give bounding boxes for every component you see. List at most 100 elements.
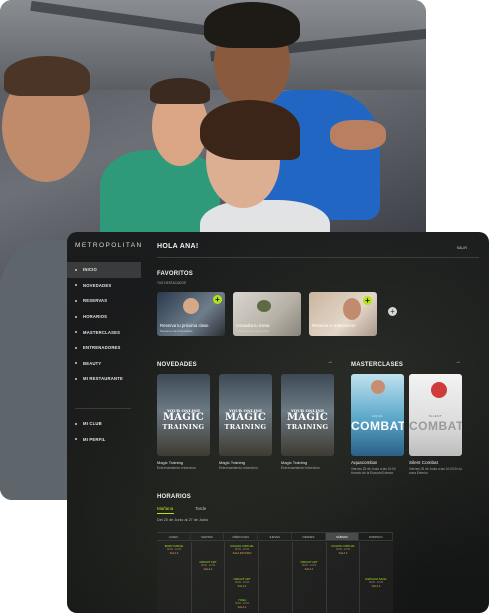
favorite-card[interactable]: + Reserva tu tratamiento Beauty Center <box>309 292 377 336</box>
day-viernes[interactable]: VIERNES <box>292 533 326 540</box>
date-range: Del 20 de Junio al 27 de Junio <box>157 518 209 522</box>
sidebar-item-label: INICIO <box>83 267 97 273</box>
tab-manana[interactable]: Mañana <box>157 506 173 511</box>
card-title: YOUR ONLINE MAGIC TRAINING <box>221 408 270 431</box>
bullet-icon <box>75 299 77 302</box>
schedule-event[interactable]: CIRCUIT HIIT 09:00 - 10:00 SALA 1 <box>294 560 324 571</box>
day-domingo[interactable]: DOMINGO <box>359 533 394 540</box>
event-name: CIRCUIT HIIT <box>300 560 318 564</box>
novedades-title: NOVEDADES <box>157 362 197 368</box>
card-small: TRAINING <box>224 423 267 431</box>
favorite-label: Reserva tu próxima clase <box>160 323 209 328</box>
masterclass-card[interactable]: AQUA COMBAT <box>351 374 404 456</box>
sidebar-item-label: MI RESTAURANTE <box>83 376 123 382</box>
card-big: MAGIC <box>286 412 328 423</box>
bullet-icon <box>75 362 77 365</box>
day-sabado[interactable]: SÁBADO <box>325 533 360 540</box>
sidebar-item-mi-restaurante[interactable]: MI RESTAURANTE <box>67 371 141 387</box>
favorite-label: Consulta tu mesa <box>236 323 270 328</box>
person-hair <box>200 100 300 160</box>
favorite-sub: Entrenamiento Ejecución <box>236 329 270 333</box>
novedad-card[interactable]: YOUR ONLINE MAGIC TRAINING <box>157 374 210 456</box>
event-name: ESPALDA SANA <box>365 577 387 581</box>
card-name: Magic Training <box>157 460 184 465</box>
favorite-card[interactable]: Consulta tu mesa Entrenamiento Ejecución <box>233 292 301 336</box>
card-photo-shape <box>431 382 447 398</box>
card-title: YOUR ONLINE MAGIC TRAINING <box>283 408 332 431</box>
schedule-event[interactable]: ESPALDA SANA 09:00 - 10:00 SALA 3 <box>361 577 391 588</box>
event-name: CIRCUIT HIIT <box>233 577 251 581</box>
card-photo-shape <box>343 298 361 320</box>
card-big: MAGIC <box>162 412 204 423</box>
sidebar-item-mi-perfil[interactable]: MI PERFIL <box>67 432 141 448</box>
sidebar-item-label: RESERVAS <box>83 298 108 304</box>
schedule-event[interactable]: CICLING VIRTUAL 09:00 - 10:00 SALA ESTUDIO <box>227 544 257 555</box>
masterclass-card[interactable]: SILENT COMBAT <box>409 374 462 456</box>
schedule-event[interactable]: CICLING VIRTUAL 09:00 - 10:00 SALA 3 <box>328 544 358 555</box>
card-category: Entrenamiento Intensivo <box>157 466 196 470</box>
sidebar-item-label: HORARIOS <box>83 314 108 320</box>
card-photo-shape <box>371 380 385 394</box>
sidebar-item-novedades[interactable]: NOVEDADES <box>67 278 141 294</box>
favorite-label: Reserva tu tratamiento <box>312 323 356 328</box>
sidebar-item-mi-club[interactable]: MI CLUB <box>67 416 141 432</box>
sidebar-item-inicio[interactable]: INICIO <box>67 262 141 278</box>
card-photo-shape <box>183 298 199 314</box>
grid-column-line <box>325 542 327 613</box>
tab-tarde[interactable]: Tarde <box>195 506 206 511</box>
logo[interactable]: METROPOLITAN <box>75 242 143 249</box>
day-lunes[interactable]: LUNES <box>157 533 191 540</box>
novedades-arrow-icon[interactable]: → <box>327 359 333 365</box>
event-room: SALA 1 <box>237 605 247 609</box>
day-miercoles[interactable]: MIÉRCOLES <box>224 533 259 540</box>
card-category: Entrenamiento Intensivo <box>219 466 258 470</box>
day-jueves[interactable]: JUEVES <box>258 533 292 540</box>
sidebar-bottom-nav: MI CLUB MI PERFIL <box>67 416 141 447</box>
event-room: SALA 3 <box>371 584 381 588</box>
sidebar-item-reservas[interactable]: RESERVAS <box>67 293 141 309</box>
logout-button[interactable]: SALIR <box>457 246 467 250</box>
event-room: SALA 1 <box>203 567 213 571</box>
add-favorite-button[interactable]: + <box>388 307 397 316</box>
schedule-event[interactable]: YOGA 09:00 - 10:00 SALA 1 <box>227 598 257 609</box>
sidebar-nav: INICIO NOVEDADES RESERVAS HORARIOS MASTE… <box>67 262 141 387</box>
person-arm <box>330 120 386 150</box>
favorite-star-icon[interactable]: + <box>363 296 372 305</box>
person-hair <box>204 2 300 48</box>
sidebar-item-label: NOVEDADES <box>83 282 112 288</box>
novedad-card[interactable]: YOUR ONLINE MAGIC TRAINING <box>219 374 272 456</box>
masterclass-pre: AQUA <box>372 414 383 418</box>
active-tab-indicator <box>157 513 174 514</box>
sidebar-item-horarios[interactable]: HORARIOS <box>67 309 141 325</box>
main-content: HOLA ANA! SALIR FAVORITOS TUS DESTACADOS… <box>149 232 489 613</box>
masterclases-arrow-icon[interactable]: → <box>455 359 461 365</box>
header-divider <box>157 257 479 258</box>
masterclass-name: Aquacombat <box>351 460 377 465</box>
app-window: METROPOLITAN INICIO NOVEDADES RESERVAS H… <box>67 232 489 613</box>
schedule-grid: BODY DANCE 09:00 - 10:00 SALA 3 CICLING VI… <box>157 542 393 613</box>
card-title: YOUR ONLINE MAGIC TRAINING <box>159 408 208 431</box>
novedad-card[interactable]: YOUR ONLINE MAGIC TRAINING <box>281 374 334 456</box>
bullet-icon <box>75 284 77 287</box>
event-name: CIRCUIT HIIT <box>199 560 217 564</box>
schedule-event[interactable]: CIRCUIT HIIT 09:00 - 10:00 SALA 3 <box>227 577 257 588</box>
schedule-event[interactable]: CIRCUIT HIIT 09:00 - 10:00 SALA 1 <box>193 560 223 571</box>
card-small: TRAINING <box>286 423 329 431</box>
event-name: YOGA <box>237 598 247 602</box>
sidebar-item-label: BEAUTY <box>83 360 102 366</box>
grid-column-line <box>190 542 192 613</box>
card-big: MAGIC <box>224 412 266 423</box>
sidebar-divider <box>75 408 131 409</box>
favorite-card[interactable]: + Reserva tu próxima clase Sesiones de A… <box>157 292 225 336</box>
masterclass-word: COMBAT <box>351 419 404 433</box>
favorite-sub: Beauty Center <box>312 329 332 333</box>
sidebar-item-beauty[interactable]: BEAUTY <box>67 356 141 372</box>
day-martes[interactable]: MARTES <box>191 533 225 540</box>
sidebar-item-masterclases[interactable]: MASTERCLASES <box>67 324 141 340</box>
sidebar-item-entrenadores[interactable]: ENTRENADORES <box>67 340 141 356</box>
person-hair <box>150 78 210 104</box>
event-name: CICLING VIRTUAL <box>331 544 355 548</box>
schedule-event[interactable]: BODY DANCE 09:00 - 10:00 SALA 3 <box>159 544 189 555</box>
masterclass-desc: Viernes 25 de Junio a las 10:00 En la zo… <box>409 467 462 475</box>
favorite-star-icon[interactable]: + <box>213 295 222 304</box>
